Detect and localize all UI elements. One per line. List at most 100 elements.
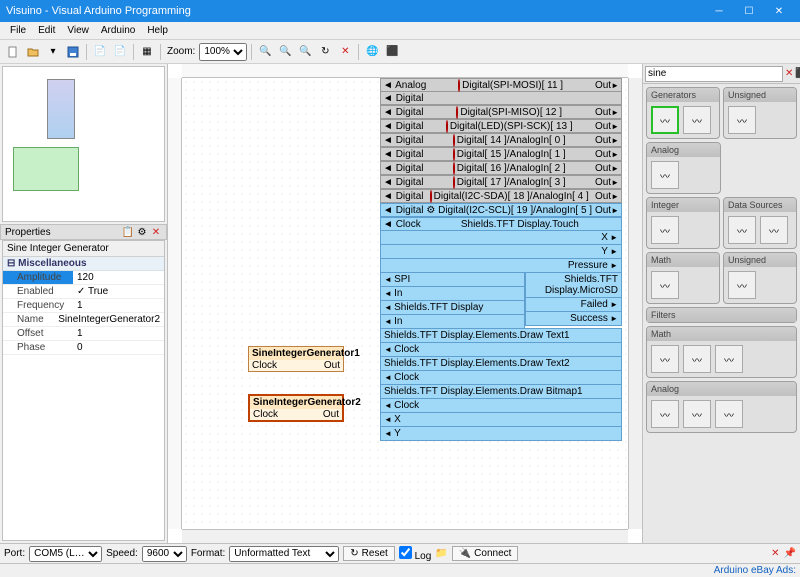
microsd-row[interactable]: Shields.TFT Display.MicroSD (525, 272, 622, 298)
chip-button[interactable]: ▦ (138, 43, 156, 61)
prop-row-amplitude[interactable]: Amplitude120 (3, 271, 164, 285)
menu-arduino[interactable]: Arduino (95, 23, 141, 38)
menu-file[interactable]: File (4, 23, 32, 38)
element-clock[interactable]: ◄ Clock (380, 398, 622, 413)
palette-group-unsigned2: Unsigned 〰 (723, 252, 797, 304)
element-row[interactable]: Shields.TFT Display.Elements.Draw Bitmap… (380, 384, 622, 399)
prop-row-enabled[interactable]: Enabled✓ True (3, 285, 164, 299)
log-path-button[interactable]: 📁 (435, 548, 447, 559)
search-clear-icon[interactable]: ✕ (785, 68, 793, 79)
zoom-out-icon[interactable]: 🔍 (276, 43, 294, 61)
palette-search-input[interactable] (645, 66, 783, 82)
connect-button[interactable]: 🔌 Connect (452, 546, 519, 561)
log-checkbox[interactable]: Log (399, 546, 431, 562)
element-x[interactable]: ◄ X (380, 412, 622, 427)
palette-item[interactable]: 〰 (651, 161, 679, 189)
board-pin-row[interactable]: ◄ DigitalDigital(LED)(SPI-SCK)[ 13 ]Out … (380, 119, 622, 133)
menu-view[interactable]: View (61, 23, 95, 38)
board-pin-row[interactable]: ◄ DigitalDigital[ 17 ]/AnalogIn[ 3 ]Out … (380, 175, 622, 189)
palette-item[interactable]: 〰 (651, 345, 679, 373)
doc1-button[interactable]: 📄 (91, 43, 109, 61)
palette-group-integer: Integer 〰 (646, 197, 720, 249)
dropdown-icon[interactable]: ▾ (44, 43, 62, 61)
tool-icon[interactable]: ⬛ (383, 43, 401, 61)
speed-select[interactable]: 9600 (142, 546, 187, 562)
board-pin-row[interactable]: ◄ DigitalDigital(I2C-SDA)[ 18 ]/AnalogIn… (380, 189, 622, 203)
element-row[interactable]: Shields.TFT Display.Elements.Draw Text2 (380, 356, 622, 371)
doc2-button[interactable]: 📄 (111, 43, 129, 61)
arduino-board-block[interactable]: ◄ AnalogDigital(SPI-MOSI)[ 11 ]Out ► ◄ D… (380, 78, 622, 441)
element-clock[interactable]: ◄ Clock (380, 370, 622, 385)
globe-icon[interactable]: 🌐 (363, 43, 381, 61)
prop-row-name[interactable]: NameSineIntegerGenerator2 (3, 313, 164, 327)
block-sine-gen-2[interactable]: SineIntegerGenerator2 ClockOut (248, 394, 344, 422)
element-clock[interactable]: ◄ Clock (380, 342, 622, 357)
element-row[interactable]: Shields.TFT Display.Elements.Draw Text1 (380, 328, 622, 343)
palette-group-filters: Filters (646, 307, 797, 323)
palette-item[interactable]: 〰 (760, 216, 788, 244)
board-pin-row[interactable]: ◄ DigitalDigital[ 16 ]/AnalogIn[ 2 ]Out … (380, 161, 622, 175)
zoom-in-icon[interactable]: 🔍 (256, 43, 274, 61)
board-pin-row[interactable]: ◄ DigitalDigital[ 15 ]/AnalogIn[ 1 ]Out … (380, 147, 622, 161)
port-select[interactable]: COM5 (L… (29, 546, 102, 562)
close-button[interactable]: ✕ (764, 0, 794, 22)
tft-row[interactable]: ◄ Shields.TFT Display (380, 300, 525, 315)
overview-panel[interactable] (2, 66, 165, 222)
prop-tool-1[interactable]: 📋 (122, 226, 134, 238)
palette-item[interactable]: 〰 (683, 106, 711, 134)
save-button[interactable] (64, 43, 82, 61)
board-pin-row[interactable]: ◄ Digital (380, 91, 622, 105)
palette-tool-1[interactable]: ⬛ (795, 68, 800, 79)
element-y[interactable]: ◄ Y (380, 426, 622, 441)
delete-icon[interactable]: ✕ (336, 43, 354, 61)
board-pin-row[interactable]: ◄ DigitalDigital(SPI-MISO)[ 12 ]Out ► (380, 105, 622, 119)
zoom-select[interactable]: 100% (199, 43, 247, 61)
bottom-pin-icon[interactable]: 📌 (784, 548, 796, 559)
open-button[interactable] (24, 43, 42, 61)
canvas[interactable]: SineIntegerGenerator1 ClockOut SineInteg… (182, 78, 628, 529)
prop-row-frequency[interactable]: Frequency1 (3, 299, 164, 313)
spi-in-row[interactable]: ◄ In (380, 286, 525, 301)
palette-item[interactable]: 〰 (651, 400, 679, 428)
palette-item[interactable]: 〰 (728, 271, 756, 299)
prop-sort-icon[interactable]: ⚙ (136, 226, 148, 238)
prop-row-offset[interactable]: Offset1 (3, 327, 164, 341)
tft-in-row[interactable]: ◄ In (380, 314, 525, 329)
palette-group-unsigned: Unsigned 〰 (723, 87, 797, 139)
spi-row[interactable]: ◄ SPI (380, 272, 525, 287)
palette-item[interactable]: 〰 (683, 400, 711, 428)
bottom-close-icon[interactable]: ✕ (771, 548, 779, 559)
format-label: Format: (191, 548, 225, 559)
maximize-button[interactable]: ☐ (734, 0, 764, 22)
palette-item[interactable]: 〰 (728, 216, 756, 244)
palette-item[interactable]: 〰 (651, 271, 679, 299)
palette-item[interactable]: 〰 (651, 216, 679, 244)
prop-filter-icon[interactable]: ✕ (150, 226, 162, 238)
board-pin-row[interactable]: ◄ Digital⚙ Digital(I2C-SCL)[ 19 ]/Analog… (380, 203, 622, 217)
menu-edit[interactable]: Edit (32, 23, 61, 38)
scrollbar-horizontal[interactable] (182, 529, 628, 543)
prop-row-phase[interactable]: Phase0 (3, 341, 164, 355)
zoom-fit-icon[interactable]: 🔍 (296, 43, 314, 61)
block-sine-gen-1[interactable]: SineIntegerGenerator1 ClockOut (248, 346, 344, 372)
port-label: Port: (4, 548, 25, 559)
ruler-horizontal (182, 64, 628, 78)
palette-item[interactable]: 〰 (651, 106, 679, 134)
palette-item[interactable]: 〰 (683, 345, 711, 373)
palette-item[interactable]: 〰 (715, 400, 743, 428)
menu-help[interactable]: Help (141, 23, 174, 38)
status-ads[interactable]: Arduino eBay Ads: (714, 565, 796, 576)
reset-button[interactable]: ↻ Reset (343, 546, 395, 561)
prop-category[interactable]: ⊟ Miscellaneous (3, 257, 164, 271)
refresh-icon[interactable]: ↻ (316, 43, 334, 61)
new-button[interactable] (4, 43, 22, 61)
board-pin-row[interactable]: ◄ AnalogDigital(SPI-MOSI)[ 11 ]Out ► (380, 78, 622, 92)
board-pin-row[interactable]: ◄ DigitalDigital[ 14 ]/AnalogIn[ 0 ]Out … (380, 133, 622, 147)
palette-group-math: Math 〰 (646, 252, 720, 304)
palette-item[interactable]: 〰 (728, 106, 756, 134)
minimize-button[interactable]: ─ (704, 0, 734, 22)
board-pin-row[interactable]: ◄ ClockShields.TFT Display.Touch (380, 217, 622, 231)
palette-item[interactable]: 〰 (715, 345, 743, 373)
format-select[interactable]: Unformatted Text (229, 546, 339, 562)
scrollbar-vertical[interactable] (628, 78, 642, 529)
